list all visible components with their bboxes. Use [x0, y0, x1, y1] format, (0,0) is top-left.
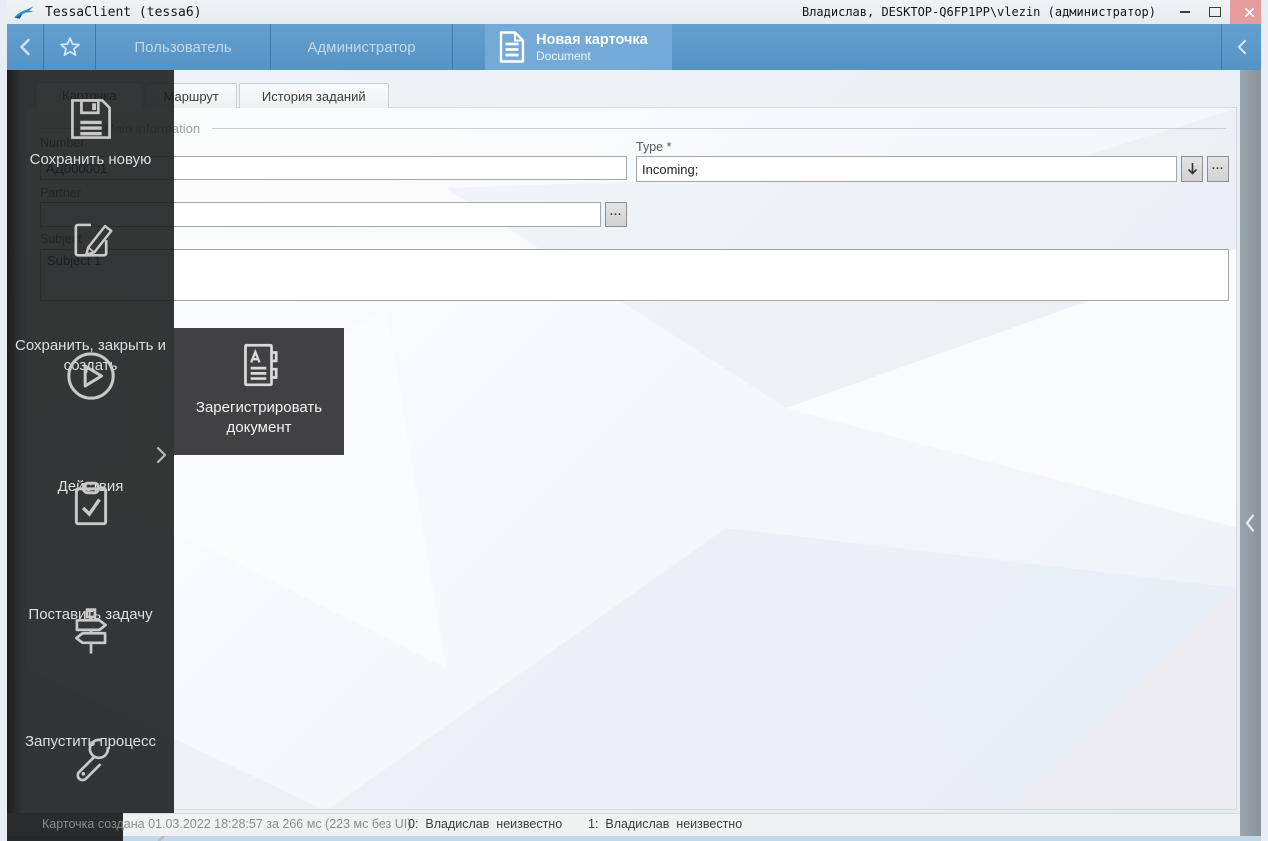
- card-tab-task-history[interactable]: История заданий: [239, 83, 389, 108]
- chevron-left-icon: [1242, 511, 1258, 535]
- active-tab-subtitle: Document: [536, 49, 648, 63]
- maximize-button[interactable]: [1200, 0, 1230, 24]
- window-bottom-border: [0, 836, 1268, 841]
- status-entry: 0: Владислав неизвестно: [408, 817, 562, 831]
- window-title: TessaClient (tessa6): [45, 5, 202, 20]
- toolbar-collapse-left-button[interactable]: [1222, 24, 1261, 70]
- other-wrench-icon: [64, 732, 118, 791]
- maximize-icon: [1209, 7, 1221, 17]
- save-icon: [64, 92, 118, 151]
- title-bar: TessaClient (tessa6) Владислав, DESKTOP-…: [0, 0, 1268, 24]
- side-menu-save-new-button[interactable]: Сохранить новую: [7, 90, 174, 198]
- minimize-icon: [1180, 11, 1190, 13]
- register-document-icon: [234, 340, 284, 395]
- minimize-button[interactable]: [1170, 0, 1200, 24]
- toolbar-tab-user[interactable]: Пользователь: [96, 24, 270, 70]
- document-icon: [499, 31, 525, 63]
- type-dropdown-button[interactable]: [1181, 156, 1203, 182]
- group-caption-line: [212, 128, 1226, 129]
- type-label: Type *: [636, 140, 671, 154]
- toolbar-tab-admin[interactable]: Администратор: [271, 24, 452, 70]
- arrow-down-icon: [1187, 162, 1198, 176]
- toolbar-tab-label: Пользователь: [134, 39, 231, 56]
- register-document-button[interactable]: Зарегистрировать документ: [174, 328, 344, 455]
- toolbar-divider: [452, 24, 453, 70]
- window-left-border: [0, 0, 7, 841]
- toolbar-back-button[interactable]: [7, 24, 43, 70]
- card-tab-label: История заданий: [262, 89, 366, 104]
- actions-flyout: Зарегистрировать документ: [174, 328, 344, 455]
- toolbar-tab-new-card[interactable]: Новая карточка Document: [485, 24, 672, 70]
- active-tab-title: Новая карточка: [536, 31, 648, 49]
- logged-in-user: Владислав, DESKTOP-Q6FP1PP\vlezin (админ…: [802, 5, 1156, 19]
- tessa-client-window: TessaClient (tessa6) Владислав, DESKTOP-…: [0, 0, 1268, 841]
- save-close-create-icon: [64, 212, 118, 271]
- status-entry: 1: Владислав неизвестно: [588, 817, 742, 831]
- right-panel-bar: [1240, 70, 1261, 836]
- chevron-right-icon: [154, 444, 168, 466]
- main-toolbar: Пользователь Администратор Новая карточк…: [7, 24, 1261, 70]
- type-input[interactable]: [636, 156, 1177, 182]
- partner-browse-button[interactable]: ...: [605, 202, 627, 227]
- flyout-item-label: Зарегистрировать документ: [176, 398, 342, 438]
- toolbar-tab-label: Администратор: [307, 39, 415, 56]
- chevron-left-icon: [1235, 37, 1249, 57]
- side-menu-overlay: Сохранить новую Сохранить, закрыть и соз…: [7, 70, 174, 813]
- expand-right-panel-button[interactable]: [1242, 511, 1258, 535]
- favorites-button[interactable]: [44, 24, 95, 70]
- window-right-border: [1261, 0, 1268, 841]
- process-signpost-icon: [64, 604, 118, 663]
- actions-play-icon: [63, 348, 119, 409]
- side-menu-item-label: Сохранить новую: [11, 150, 170, 170]
- tessa-logo-icon: [13, 5, 35, 20]
- chevron-left-icon: [17, 36, 33, 58]
- type-browse-button[interactable]: ...: [1207, 156, 1229, 182]
- card-created-status: Карточка создана 01.03.2022 18:28:57 за …: [42, 817, 411, 831]
- close-icon: [1244, 7, 1255, 18]
- active-tab-text: Новая карточка Document: [536, 31, 648, 63]
- task-clipboard-icon: [64, 477, 118, 536]
- star-icon: [57, 35, 83, 60]
- subject-textarea[interactable]: Subject 1: [40, 249, 1229, 301]
